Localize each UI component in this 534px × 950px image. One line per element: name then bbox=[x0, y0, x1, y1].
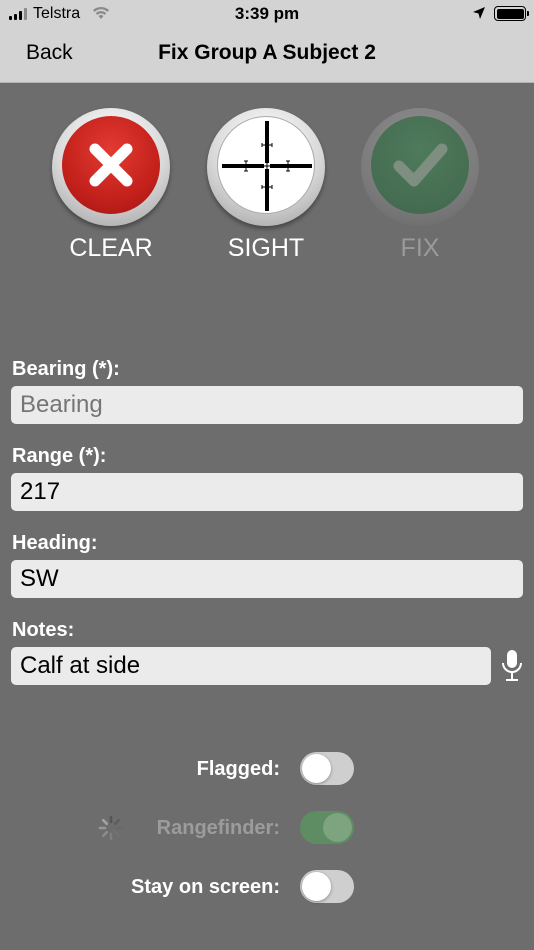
bearing-input[interactable] bbox=[11, 386, 523, 424]
battery-icon bbox=[494, 6, 529, 21]
fix-label: FIX bbox=[400, 234, 440, 262]
crosshair-icon bbox=[222, 121, 312, 211]
range-input[interactable]: 217 bbox=[11, 473, 523, 511]
heading-label: Heading: bbox=[12, 532, 98, 554]
sight-button[interactable] bbox=[207, 108, 325, 226]
flagged-label: Flagged: bbox=[196, 758, 280, 780]
rangefinder-toggle[interactable] bbox=[300, 811, 354, 844]
x-mark-icon bbox=[89, 143, 133, 187]
heading-input[interactable]: SW bbox=[11, 560, 523, 598]
notes-label: Notes: bbox=[12, 619, 75, 641]
range-label: Range (*): bbox=[12, 445, 107, 467]
rangefinder-label: Rangefinder: bbox=[156, 817, 280, 839]
clear-action: CLEAR bbox=[52, 108, 170, 263]
sight-label: SIGHT bbox=[227, 234, 305, 262]
stay-on-screen-label: Stay on screen: bbox=[131, 876, 280, 898]
stay-on-screen-toggle[interactable] bbox=[300, 870, 354, 903]
status-bar: Telstra 3:39 pm bbox=[0, 0, 534, 28]
fix-button[interactable] bbox=[361, 108, 479, 226]
location-arrow-icon bbox=[473, 7, 485, 19]
clear-label: CLEAR bbox=[69, 234, 153, 262]
bearing-label: Bearing (*): bbox=[12, 358, 120, 380]
sight-action: SIGHT bbox=[207, 108, 325, 263]
spinner-icon bbox=[98, 815, 124, 841]
status-time: 3:39 pm bbox=[234, 4, 300, 23]
microphone-icon[interactable] bbox=[500, 648, 524, 684]
clear-button[interactable] bbox=[52, 108, 170, 226]
flagged-toggle[interactable] bbox=[300, 752, 354, 785]
checkmark-icon bbox=[393, 143, 448, 187]
navigation-bar: Back Fix Group A Subject 2 bbox=[0, 28, 534, 83]
page-title: Fix Group A Subject 2 bbox=[158, 41, 376, 64]
fix-action: FIX bbox=[361, 108, 479, 263]
notes-input[interactable]: Calf at side bbox=[11, 647, 491, 685]
